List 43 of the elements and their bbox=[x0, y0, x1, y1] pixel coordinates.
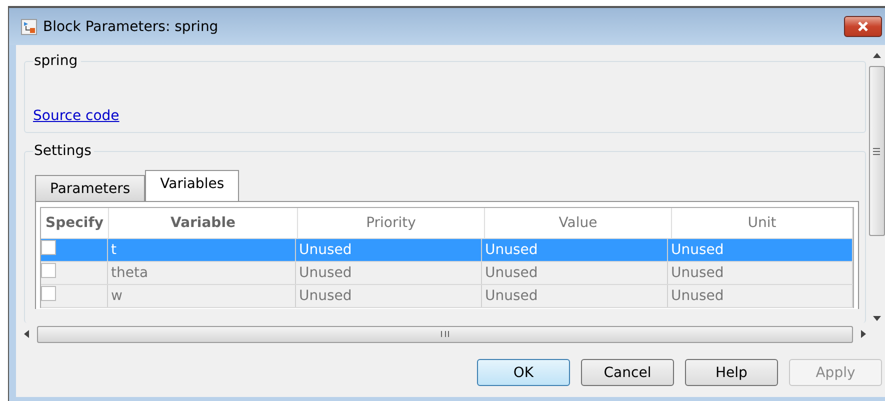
scrollbar-thumb[interactable] bbox=[868, 66, 884, 236]
scroll-left-icon[interactable] bbox=[24, 330, 29, 338]
block-diagram-icon bbox=[21, 18, 37, 34]
dialog-button[interactable]: Help bbox=[685, 359, 778, 386]
table-row[interactable]: theta Unused Unused Unused bbox=[41, 262, 853, 285]
table-cell: Unused bbox=[482, 239, 668, 261]
table-cell: Unused bbox=[668, 262, 853, 284]
scroll-down-icon[interactable] bbox=[872, 316, 880, 321]
table-cell: Unused bbox=[668, 285, 853, 307]
table-row[interactable]: w Unused Unused Unused bbox=[41, 285, 853, 308]
grip-icon bbox=[873, 148, 880, 154]
window-title: Block Parameters: spring bbox=[43, 18, 218, 34]
dialog-button[interactable]: OK bbox=[477, 359, 570, 386]
table-cell: Unused bbox=[296, 239, 482, 261]
table-cell: Unused bbox=[482, 285, 668, 307]
close-icon bbox=[856, 21, 870, 32]
column-header[interactable]: Priority bbox=[298, 208, 485, 238]
group-title: Settings bbox=[33, 143, 94, 159]
column-header[interactable]: Unit bbox=[672, 208, 853, 238]
scroll-right-icon[interactable] bbox=[861, 330, 866, 338]
close-button[interactable] bbox=[844, 16, 882, 37]
column-header[interactable]: Specify bbox=[41, 208, 109, 238]
tab[interactable]: Variables bbox=[145, 170, 240, 201]
table-row[interactable]: t Unused Unused Unused bbox=[41, 239, 853, 262]
table-cell: t bbox=[108, 239, 296, 261]
checkbox[interactable] bbox=[41, 263, 56, 278]
tab[interactable]: Parameters bbox=[35, 175, 146, 201]
dialog-button[interactable]: Cancel bbox=[581, 359, 674, 386]
scrollbar-thumb[interactable] bbox=[37, 326, 853, 342]
table-cell: Unused bbox=[668, 239, 853, 261]
table-cell: theta bbox=[108, 262, 296, 284]
table-cell: Unused bbox=[296, 262, 482, 284]
source-code-link[interactable]: Source code bbox=[33, 108, 120, 124]
column-header[interactable]: Value bbox=[485, 208, 672, 238]
checkbox[interactable] bbox=[41, 240, 56, 255]
column-header[interactable]: Variable bbox=[109, 208, 298, 238]
checkbox[interactable] bbox=[41, 286, 56, 301]
scroll-up-icon[interactable] bbox=[872, 53, 880, 58]
group-title: spring bbox=[33, 53, 81, 69]
table-cell: Unused bbox=[296, 285, 482, 307]
table-cell: Unused bbox=[482, 262, 668, 284]
table-cell: w bbox=[108, 285, 296, 307]
horizontal-scrollbar[interactable] bbox=[24, 323, 866, 345]
